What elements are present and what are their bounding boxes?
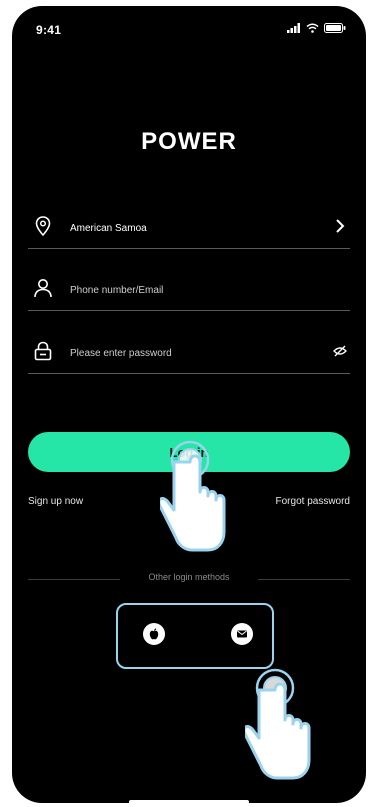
apple-icon xyxy=(149,628,159,640)
chevron-right-icon[interactable] xyxy=(330,216,350,236)
battery-icon xyxy=(324,23,346,33)
region-value: American Samoa xyxy=(70,223,147,234)
signal-icon xyxy=(287,23,300,33)
forgot-password-link[interactable]: Forgot password xyxy=(276,496,350,507)
region-selector[interactable]: American Samoa xyxy=(28,210,350,249)
status-icons xyxy=(287,23,346,33)
status-time: 9:41 xyxy=(36,23,62,37)
other-login-divider: Other login methods xyxy=(28,572,350,586)
status-bar: 9:41 xyxy=(12,6,366,50)
password-field[interactable]: Please enter password xyxy=(28,335,350,374)
password-placeholder: Please enter password xyxy=(70,348,172,359)
user-icon xyxy=(34,279,52,298)
sign-up-link[interactable]: Sign up now xyxy=(28,496,83,507)
account-field[interactable]: Phone number/Email xyxy=(28,272,350,311)
account-placeholder: Phone number/Email xyxy=(70,285,164,296)
lock-icon xyxy=(34,341,52,361)
tap-hand-icon-2 xyxy=(245,668,311,780)
eye-hidden-icon[interactable] xyxy=(330,341,350,361)
other-login-label: Other login methods xyxy=(148,572,230,582)
tap-hand-icon xyxy=(160,440,226,552)
mail-icon xyxy=(237,630,247,638)
location-pin-icon xyxy=(35,216,51,237)
app-logo: POWER xyxy=(141,128,237,155)
other-login-methods xyxy=(116,603,274,669)
mail-login-button[interactable] xyxy=(231,623,253,645)
apple-login-button[interactable] xyxy=(143,623,165,645)
home-indicator xyxy=(129,800,249,803)
wifi-icon xyxy=(306,23,319,33)
